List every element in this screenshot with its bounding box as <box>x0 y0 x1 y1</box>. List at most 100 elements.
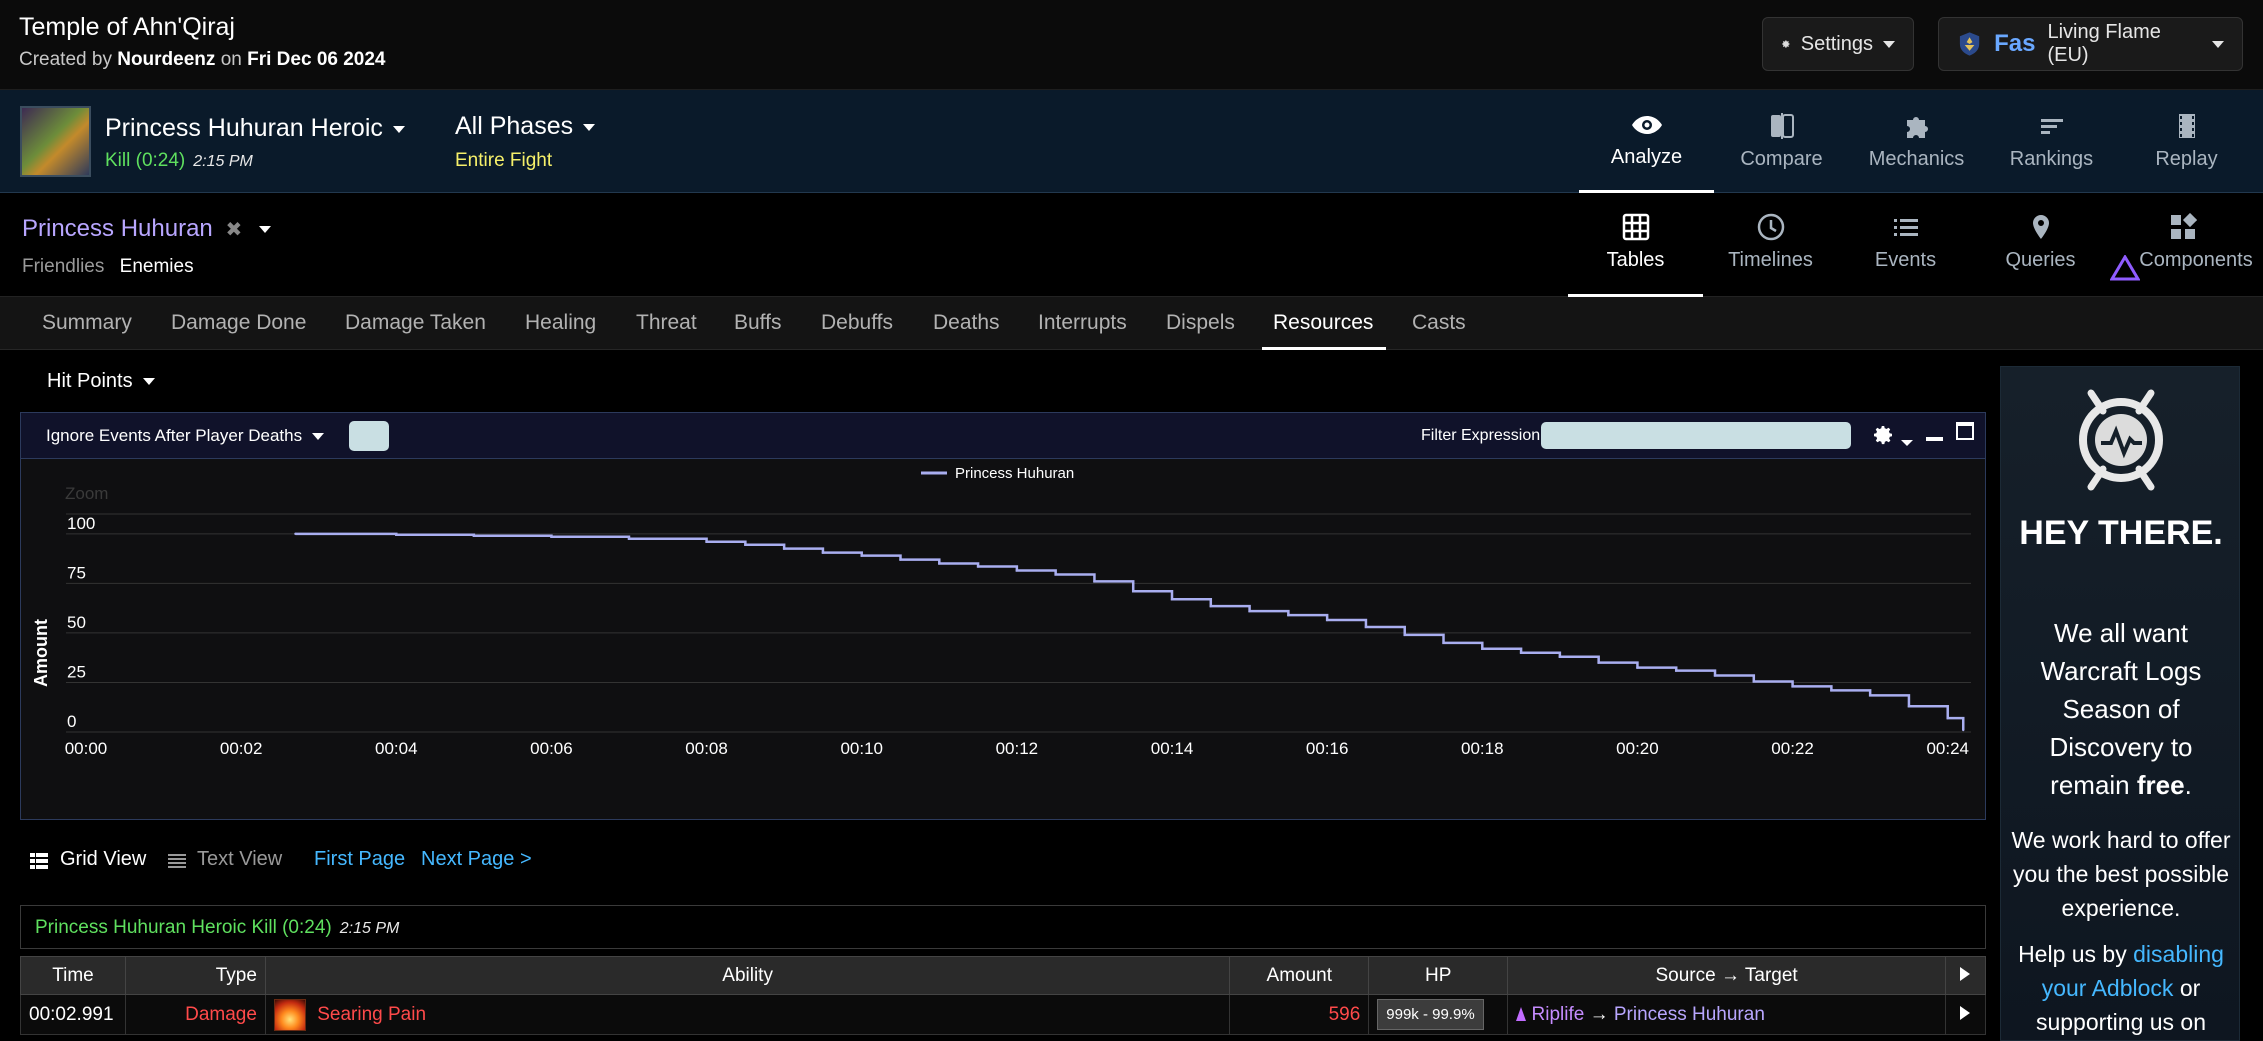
filter-expression-input[interactable] <box>1541 422 1851 449</box>
next-page-link[interactable]: Next Page > <box>421 848 532 871</box>
report-author[interactable]: Nourdeenz <box>117 49 215 70</box>
on-text: on <box>220 49 242 70</box>
gear-icon <box>1782 40 1790 48</box>
data-point <box>1481 647 1484 650</box>
ad-body-3-text: Help us by <box>2018 941 2127 967</box>
expand-column-header[interactable] <box>1944 956 1987 995</box>
x-tick-label: 00:06 <box>530 739 573 758</box>
chevron-down-icon <box>583 123 596 131</box>
rankings-icon <box>2040 119 2063 134</box>
fight-selector[interactable]: Princess Huhuran Heroic <box>105 114 405 143</box>
data-point <box>1962 728 1965 732</box>
tab-healing[interactable]: Healing <box>525 311 596 335</box>
tab-resources[interactable]: Resources <box>1273 311 1373 335</box>
tab-timelines-label: Timelines <box>1728 249 1813 271</box>
tab-tables[interactable]: Tables <box>1568 213 1703 272</box>
tab-queries[interactable]: Queries <box>1973 213 2108 272</box>
y-tick-label: 75 <box>67 563 86 582</box>
chevron-down-icon <box>2212 40 2224 48</box>
tab-mechanics[interactable]: Mechanics <box>1849 112 1984 171</box>
x-tick-label: 00:16 <box>1306 739 1349 758</box>
column-header-type[interactable]: Type <box>124 956 266 995</box>
tab-summary[interactable]: Summary <box>42 311 132 335</box>
maximize-icon[interactable] <box>1956 422 1974 440</box>
ability-name[interactable]: Searing Pain <box>317 1004 426 1025</box>
y-tick-label: 50 <box>67 613 86 632</box>
table-row[interactable]: 00:02.991 Damage Searing Pain 596 999k -… <box>20 994 1987 1035</box>
active-tab-underline <box>1262 347 1386 350</box>
minimize-icon[interactable] <box>1926 437 1943 441</box>
data-point <box>1325 618 1329 622</box>
tab-dispels[interactable]: Dispels <box>1166 311 1235 335</box>
x-tick-label: 00:12 <box>996 739 1039 758</box>
tab-threat[interactable]: Threat <box>636 311 697 335</box>
boss-portrait <box>20 106 91 177</box>
actor-selector[interactable]: Princess Huhuran ✖ <box>22 215 271 243</box>
column-header-source-target[interactable]: Source → Target <box>1507 956 1946 995</box>
chart-settings-button[interactable] <box>1871 423 1914 452</box>
top-bar: Temple of Ahn'Qiraj Created by Nourdeenz… <box>0 0 2263 90</box>
text-view-button[interactable]: Text View <box>197 848 282 871</box>
ad-panel: HEY THERE. We all want Warcraft Logs Sea… <box>2000 366 2240 1041</box>
tab-interrupts[interactable]: Interrupts <box>1038 311 1127 335</box>
tab-debuffs[interactable]: Debuffs <box>821 311 893 335</box>
cell-ability[interactable]: Searing Pain <box>264 994 1231 1035</box>
data-point <box>1519 651 1523 654</box>
data-point <box>782 547 786 550</box>
ignore-events-toggle[interactable] <box>349 421 389 451</box>
chart-header: Ignore Events After Player Deaths Filter… <box>21 413 1985 459</box>
column-header-time[interactable]: Time <box>20 956 126 995</box>
fight-name: Princess Huhuran Heroic <box>105 114 383 142</box>
data-point <box>1054 573 1057 576</box>
filter-enemies[interactable]: Enemies <box>120 256 194 277</box>
data-point <box>1287 613 1290 617</box>
close-icon[interactable]: ✖ <box>225 219 242 241</box>
source-name[interactable]: Riplife <box>1532 1004 1585 1025</box>
ad-body-3: Help us by disabling your Adblock or sup… <box>2007 937 2235 1039</box>
data-point <box>1170 598 1174 601</box>
warcraft-logs-logo-icon <box>2079 389 2163 491</box>
data-point <box>1752 680 1755 683</box>
column-header-ability[interactable]: Ability <box>264 956 1231 995</box>
tab-damage-done[interactable]: Damage Done <box>171 311 306 335</box>
column-header-hp[interactable]: HP <box>1368 956 1509 995</box>
column-header-amount[interactable]: Amount <box>1229 956 1370 995</box>
tab-compare[interactable]: Compare <box>1714 112 1849 171</box>
settings-button[interactable]: Settings <box>1762 17 1914 71</box>
filter-friendlies[interactable]: Friendlies <box>22 256 104 277</box>
tab-analyze[interactable]: Analyze <box>1579 112 1714 169</box>
y-axis-label: Amount <box>31 619 51 687</box>
x-tick-label: 00:10 <box>840 739 883 758</box>
tab-deaths[interactable]: Deaths <box>933 311 1000 335</box>
tab-events[interactable]: Events <box>1838 213 1973 272</box>
character-selector[interactable]: Fas Living Flame (EU) <box>1938 17 2243 71</box>
chart[interactable]: Zoom 0 25 50 75 100 00:00 00:02 00:04 00:06 00:08 0… <box>21 459 1985 819</box>
tab-timelines[interactable]: Timelines <box>1703 213 1838 272</box>
tab-buffs[interactable]: Buffs <box>734 311 781 335</box>
first-page-link[interactable]: First Page <box>314 848 405 871</box>
tab-replay[interactable]: Replay <box>2119 112 2254 171</box>
grid-view-button[interactable]: Grid View <box>60 848 146 871</box>
data-point <box>705 540 708 543</box>
resource-selector[interactable]: Hit Points <box>47 370 155 393</box>
y-tick-label: 100 <box>67 514 95 533</box>
tab-casts[interactable]: Casts <box>1412 311 1466 335</box>
target-name[interactable]: Princess Huhuran <box>1614 1004 1765 1025</box>
tab-components[interactable]: Components <box>2108 213 2258 281</box>
x-tick-label: 00:22 <box>1771 739 1814 758</box>
x-tick-label: 00:14 <box>1151 739 1194 758</box>
tab-rankings-label: Rankings <box>2009 148 2094 170</box>
ad-body: We all want Warcraft Logs Season of Disc… <box>2011 614 2231 804</box>
data-point <box>1209 604 1212 608</box>
expand-row-button[interactable] <box>1944 994 1987 1035</box>
phase-selector[interactable]: All Phases <box>455 112 596 141</box>
realm-name: Living Flame (EU) <box>2047 21 2161 66</box>
data-point <box>1015 569 1019 572</box>
tab-rankings[interactable]: Rankings <box>1984 112 2119 171</box>
data-point <box>744 543 747 546</box>
tab-mechanics-label: Mechanics <box>1868 148 1965 170</box>
phase-subtitle: Entire Fight <box>455 150 553 171</box>
tab-damage-taken[interactable]: Damage Taken <box>345 311 486 335</box>
ignore-events-selector[interactable]: Ignore Events After Player Deaths <box>46 426 325 446</box>
compare-icon <box>1770 113 1794 139</box>
